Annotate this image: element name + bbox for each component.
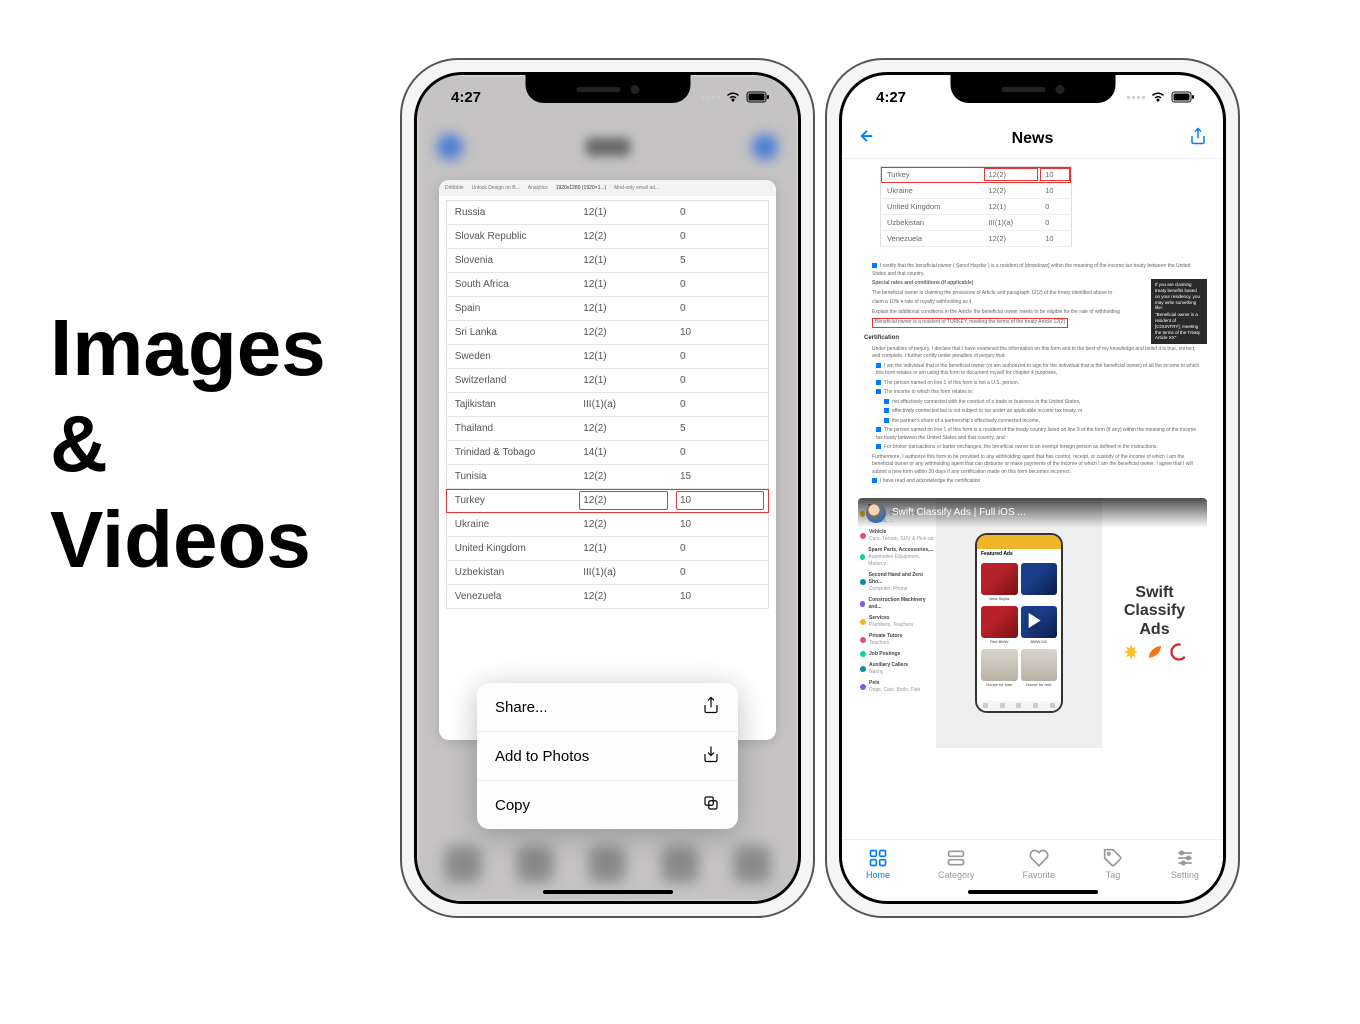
content-area[interactable]: Turkey12(2)10Ukraine12(2)10United Kingdo… (842, 161, 1223, 845)
table-row: Turkey12(2)10 (881, 167, 1072, 183)
table-row: Ukraine12(2)10 (446, 513, 769, 537)
table-row: United Kingdom12(1)0 (881, 199, 1072, 215)
table-row: Sweden12(1)0 (446, 345, 769, 369)
mini-table: Turkey12(2)10Ukraine12(2)10United Kingdo… (880, 166, 1072, 247)
table-row: Venezuela12(2)10 (446, 585, 769, 609)
table-row: Trinidad & Tobago14(1)0 (446, 441, 769, 465)
table-row: Ukraine12(2)10 (881, 183, 1072, 199)
table-row: UzbekistanIII(1)(a)0 (881, 215, 1072, 231)
table-row: Tunisia12(2)15 (446, 465, 769, 489)
category-sidebar: EstateHousing, Office, Land, Projects, .… (858, 498, 936, 748)
table-row: Venezuela12(2)10 (881, 231, 1072, 247)
wifi-icon (725, 91, 741, 103)
tab-category[interactable]: Category (938, 848, 975, 880)
clock: 4:27 (876, 89, 906, 106)
home-indicator[interactable] (968, 890, 1098, 894)
nav-title: News (1012, 130, 1054, 148)
tab-setting[interactable]: Setting (1171, 848, 1199, 880)
share-menu-item[interactable]: Share... (477, 683, 738, 732)
back-button[interactable] (858, 127, 876, 150)
table-row: Switzerland12(1)0 (446, 369, 769, 393)
wifi-icon (1150, 91, 1166, 103)
video-title-bar: Swift Classify Ads | Full iOS ... (858, 498, 1207, 528)
table-row: Slovenia12(1)5 (446, 249, 769, 273)
context-menu: Share...Add to PhotosCopy (477, 683, 738, 829)
table-row: Spain12(1)0 (446, 297, 769, 321)
table-row: Thailand12(2)5 (446, 417, 769, 441)
phone-left: 4:27 Dribbble Unlock Design on B... Anal… (400, 58, 815, 918)
table-row: South Africa12(1)0 (446, 273, 769, 297)
table-row: Slovak Republic12(2)0 (446, 225, 769, 249)
video-title: Swift Classify Ads | Full iOS ... (892, 507, 1026, 518)
clock: 4:27 (451, 89, 481, 106)
preview-card[interactable]: Dribbble Unlock Design on B... Analytics… (439, 180, 776, 740)
nav-bar: News (842, 119, 1223, 159)
phone-mockups: 4:27 Dribbble Unlock Design on B... Anal… (400, 58, 1240, 918)
table-row: Sri Lanka12(2)10 (446, 321, 769, 345)
browser-tabs: Dribbble Unlock Design on B... Analytics… (439, 180, 776, 196)
table-row: Russia12(1)0 (446, 201, 769, 225)
copy-icon (702, 794, 720, 816)
battery-icon (1171, 91, 1195, 103)
add-to-photosmenu-item[interactable]: Add to Photos (477, 732, 738, 781)
battery-icon (746, 91, 770, 103)
brand-panel: Swift Classify Ads (1102, 498, 1207, 748)
tab-favorite[interactable]: Favorite (1022, 848, 1055, 880)
table-row: UzbekistanIII(1)(a)0 (446, 561, 769, 585)
tab-home[interactable]: Home (866, 848, 890, 880)
share-icon (702, 696, 720, 718)
treaty-table: Russia12(1)0Slovak Republic12(2)0Sloveni… (446, 200, 770, 609)
notch (950, 75, 1115, 103)
home-indicator[interactable] (543, 890, 673, 894)
table-row: United Kingdom12(1)0 (446, 537, 769, 561)
video-preview[interactable]: Swift Classify Ads | Full iOS ... Estate… (858, 498, 1207, 748)
share-button[interactable] (1189, 127, 1207, 150)
tab-bar: Home Category Favorite Tag Setting (842, 839, 1223, 887)
play-button[interactable] (1020, 607, 1046, 638)
phone-right: 4:27 News Turkey12(2)10Ukraine12(2)10Uni… (825, 58, 1240, 918)
download-icon (702, 745, 720, 767)
table-row: Turkey12(2)10 (446, 489, 769, 513)
page-title: Images & Videos (50, 300, 326, 588)
notch (525, 75, 690, 103)
channel-avatar (866, 503, 886, 523)
form-block: If you are claiming treaty benefits base… (858, 263, 1207, 486)
tab-tag[interactable]: Tag (1103, 848, 1123, 880)
table-row: TajikistanIII(1)(a)0 (446, 393, 769, 417)
copymenu-item[interactable]: Copy (477, 781, 738, 829)
